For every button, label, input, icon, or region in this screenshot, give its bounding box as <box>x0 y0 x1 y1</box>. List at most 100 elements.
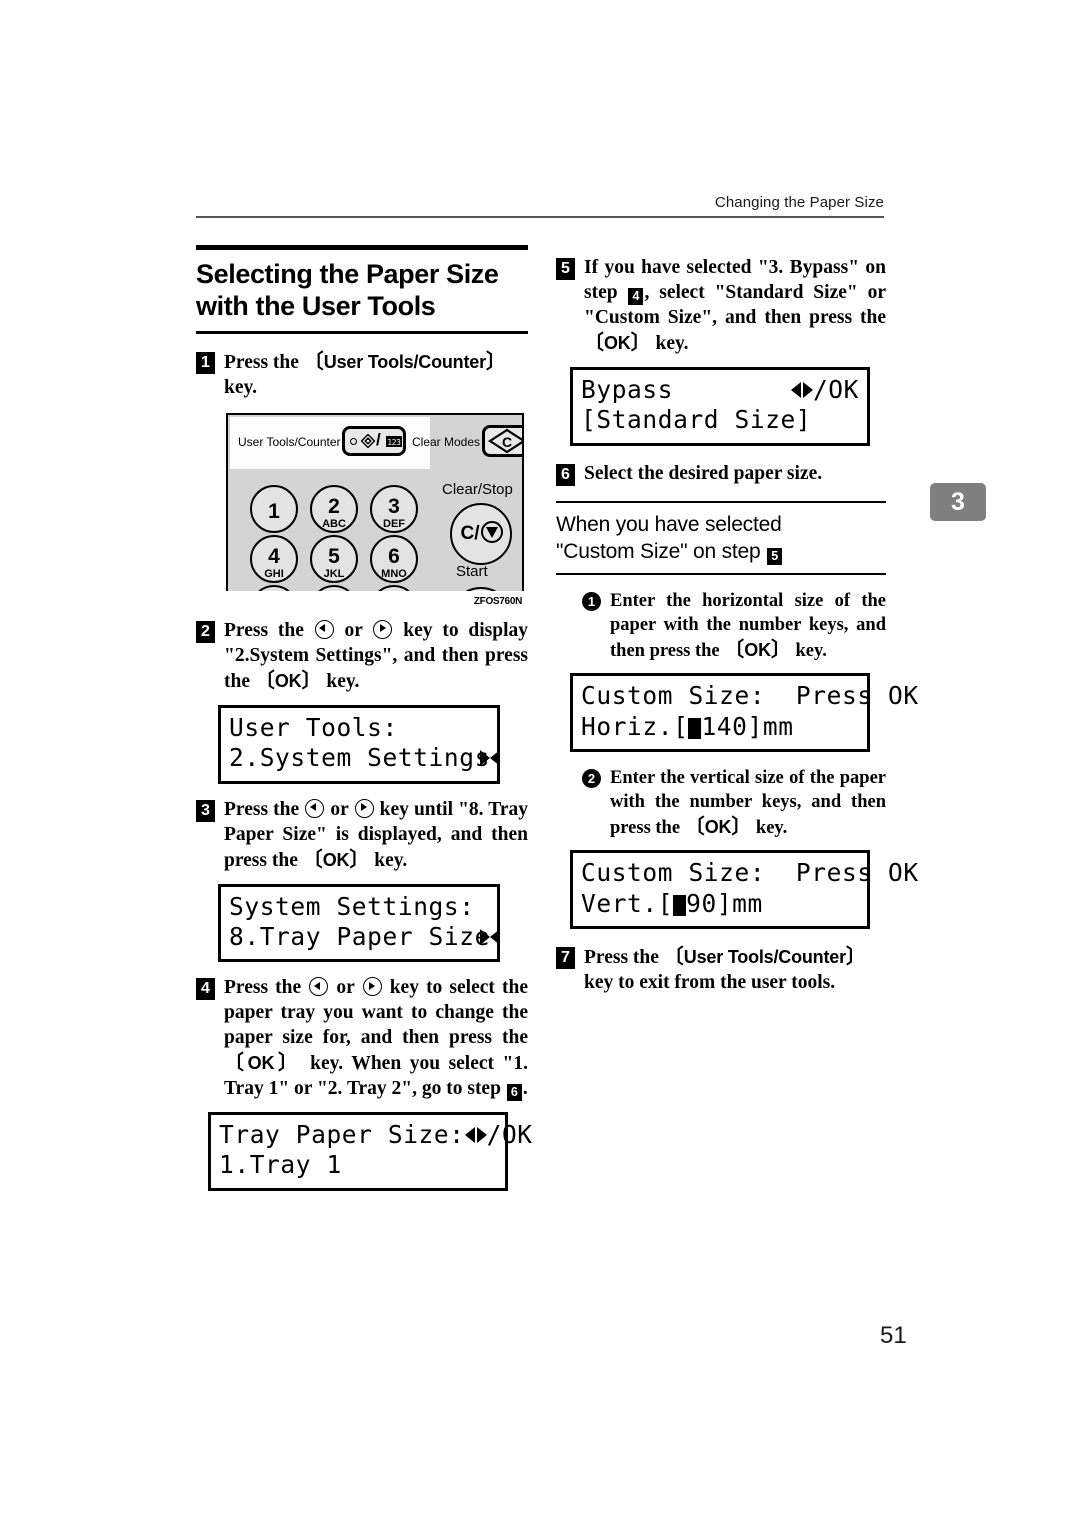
step-3-text-b: or <box>325 798 354 820</box>
step-4-ref-step-6: 6 <box>506 1084 522 1102</box>
start-label: Start <box>456 563 488 581</box>
subsection-heading-line1: When you have selected <box>556 512 782 536</box>
lcd-custom-horiz-suffix: ]mm <box>747 711 794 741</box>
start-key[interactable] <box>450 587 512 592</box>
substep-2-number: 2 <box>582 769 601 788</box>
numpad-key-1[interactable]: 1 <box>250 485 298 534</box>
numpad-key-5-letters: JKL <box>323 568 345 581</box>
subsection-heading-block: When you have selected "Custom Size" on … <box>556 500 886 576</box>
step-1-key-name: User Tools/Counter <box>323 352 486 373</box>
lcd-custom-size-horizontal: Custom Size: Press OK Horiz.[140]mm <box>570 673 918 752</box>
lcd-custom-horiz-value: 140 <box>701 711 748 741</box>
numpad-key-2-letters: ABC <box>322 518 346 531</box>
numpad-key-5-digit: 5 <box>328 545 340 569</box>
clear-stop-key[interactable]: C/ <box>450 503 512 566</box>
step-2-key-name: OK <box>274 670 302 691</box>
lcd-tray-paper-size: Tray Paper Size: /OK 1.Tray 1 <box>208 1112 532 1191</box>
slash-separator: / <box>376 430 381 450</box>
lcd-custom-horiz-prefix: Horiz.[ <box>581 711 689 741</box>
lcd-bypass-line2: [Standard Size] <box>581 405 812 435</box>
step-6: 6 Select the desired paper size. <box>556 462 886 487</box>
numpad-key-4-digit: 4 <box>268 545 280 569</box>
lcd-custom-size-vertical: Custom Size: Press OK Vert.[90]mm <box>570 850 918 929</box>
numpad-key-4-letters: GHI <box>264 568 284 581</box>
lcd-tray-paper-size-line2: 1.Tray 1 <box>219 1150 342 1180</box>
bracket-open: 〔 <box>303 351 324 374</box>
step-4-text-b: or <box>329 977 362 999</box>
lcd-custom-vert-line2: Vert.[90]mm <box>581 889 859 919</box>
lcd-left-right-arrows-icon <box>790 381 813 399</box>
numpad-key-2[interactable]: 2 ABC <box>310 485 358 534</box>
step-5-ref-step-4: 4 <box>628 287 644 305</box>
step-4: 4 Press the or key to select the paper t… <box>196 976 528 1102</box>
header-rule <box>196 216 884 218</box>
subsection-heading: When you have selected "Custom Size" on … <box>556 503 886 574</box>
step-4-text-a: Press the <box>224 977 309 999</box>
bracket-close: 〕 <box>845 945 866 968</box>
right-arrow-key-icon <box>373 620 393 640</box>
step-3-text-a: Press the <box>224 798 305 820</box>
step-2-text-b: or <box>334 620 373 642</box>
substep-2-key-name: OK <box>704 817 732 838</box>
bracket-open: 〔 <box>684 816 705 839</box>
step-2-number: 2 <box>196 621 215 644</box>
counter-icon: 123 <box>386 436 402 448</box>
step-7-text-b: key to exit from the user tools. <box>584 971 836 993</box>
step-7-key-name: User Tools/Counter <box>683 946 846 967</box>
running-header: Changing the Paper Size <box>714 194 884 211</box>
bracket-close: 〕 <box>274 1052 302 1075</box>
numpad-key-2-digit: 2 <box>328 495 340 519</box>
numpad-key-7-digit: 7 <box>252 587 296 591</box>
clear-modes-key[interactable]: C <box>482 425 522 458</box>
step-3: 3 Press the or key until "8. Tray Paper … <box>196 798 528 874</box>
lcd-bypass-line1-left: Bypass <box>581 374 674 404</box>
bracket-open: 〔 <box>254 669 275 692</box>
step-3-number: 3 <box>196 799 215 822</box>
step-1-text-b: key. <box>224 377 258 399</box>
lcd-tray-paper-size-line1-left: Tray Paper Size: <box>219 1120 465 1150</box>
lcd-custom-vert-prefix: Vert.[ <box>581 888 674 918</box>
step-7-number: 7 <box>556 946 575 969</box>
numpad-key-4[interactable]: 4 GHI <box>250 535 298 584</box>
step-6-text: Select the desired paper size. <box>584 462 823 484</box>
step-6-number: 6 <box>556 463 575 486</box>
control-panel-body: User Tools/Counter / 123 Clear Modes C 1… <box>226 413 524 592</box>
step-5-number: 5 <box>556 258 575 280</box>
lcd-left-right-arrows-icon <box>464 1126 487 1144</box>
numpad-key-5[interactable]: 5 JKL <box>310 535 358 584</box>
step-1: 1 Press the 〔User Tools/Counter〕 key. <box>196 350 528 401</box>
numpad-key-9[interactable]: 9 <box>370 585 418 592</box>
numpad-key-6-letters: MNO <box>381 568 407 581</box>
bracket-close: 〕 <box>770 639 791 662</box>
user-tools-counter-key[interactable]: / 123 <box>342 426 406 457</box>
subsection-heading-line2: "Custom Size" on step <box>556 539 767 563</box>
substep-1: 1 Enter the horizontal size of the paper… <box>582 589 886 663</box>
bracket-open: 〔 <box>724 639 745 662</box>
step-2: 2 Press the or key to display "2.System … <box>196 619 528 695</box>
numpad-key-7[interactable]: 7 <box>250 585 298 592</box>
step-1-text-a: Press the <box>224 352 304 374</box>
subsection-ref-step-5: 5 <box>767 547 783 565</box>
section-rule-top <box>196 245 528 250</box>
numpad-key-6[interactable]: 6 MNO <box>370 535 418 584</box>
numpad-key-8[interactable]: 8 <box>310 585 358 592</box>
page-number: 51 <box>880 1322 907 1349</box>
bracket-open: 〔 <box>663 945 684 968</box>
step-2-text-d: key. <box>321 670 360 692</box>
bracket-close: 〕 <box>731 816 752 839</box>
step-2-text-a: Press the <box>224 620 314 642</box>
step-5: 5 If you have selected "3. Bypass" on st… <box>556 256 886 357</box>
left-arrow-key-icon <box>314 620 334 640</box>
right-column: 5 If you have selected "3. Bypass" on st… <box>556 245 918 996</box>
svg-text:C/: C/ <box>461 523 481 544</box>
right-arrow-key-icon <box>354 798 374 818</box>
lcd-cursor-block-icon <box>673 894 687 916</box>
step-5-text-c: key. <box>650 332 689 354</box>
lcd-bypass: Bypass /OK [Standard Size] <box>570 366 870 446</box>
step-1-number: 1 <box>196 352 215 375</box>
numpad-key-3[interactable]: 3 DEF <box>370 485 418 534</box>
lcd-system-settings: System Settings: 8.Tray Paper Size <box>218 883 500 963</box>
lcd-system-settings-line1: System Settings: <box>229 891 475 921</box>
step-5-key-name: OK <box>604 332 631 353</box>
indicator-led-icon <box>350 438 357 446</box>
